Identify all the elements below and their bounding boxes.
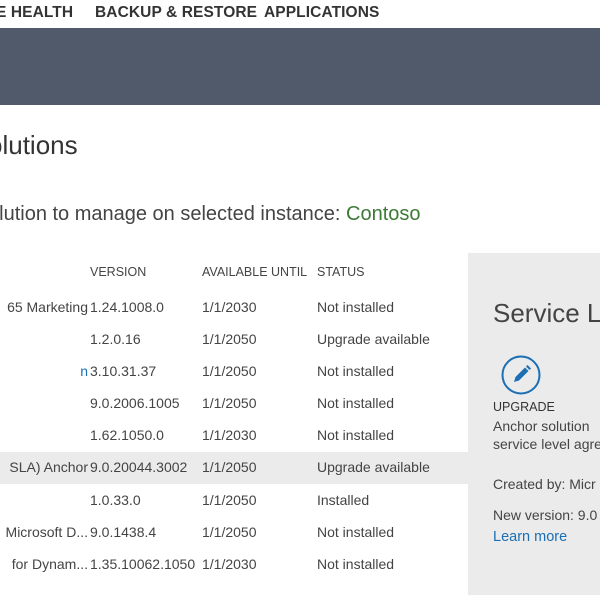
solution-name: for Dynam... [11, 556, 88, 572]
solution-name: 65 Marketing [7, 299, 88, 315]
solution-status: Not installed [317, 556, 395, 572]
instance-subheading: olution to manage on selected instance: … [0, 203, 421, 226]
learn-more-link[interactable]: Learn more [493, 529, 567, 545]
solution-available-until: 1/1/2050 [202, 395, 257, 411]
solution-available-until: 1/1/2050 [202, 459, 257, 475]
solution-description: Anchor solution service level agre [493, 417, 600, 453]
table-row[interactable]: 1.62.1050.0 1/1/2030 Not installed [0, 420, 468, 452]
table-row[interactable]: 9.0.2006.1005 1/1/2050 Not installed [0, 388, 468, 420]
solution-available-until: 1/1/2050 [202, 363, 257, 379]
solution-status: Not installed [317, 524, 395, 540]
solution-available-until: 1/1/2030 [202, 556, 257, 572]
new-version: New version: 9.0 [493, 507, 598, 523]
instance-name[interactable]: Contoso [346, 203, 421, 225]
edit-pencil-icon[interactable] [500, 354, 542, 396]
solution-status: Upgrade available [317, 459, 430, 475]
nav-item-applications[interactable]: APPLICATIONS [264, 4, 379, 22]
solution-version: 1.35.10062.1050 [90, 556, 196, 572]
solution-version: 9.0.1438.4 [90, 524, 157, 540]
solution-name[interactable]: n [0, 363, 88, 379]
table-row[interactable]: n 3.10.31.37 1/1/2050 Not installed [0, 356, 468, 388]
solution-version: 1.2.0.16 [90, 331, 141, 347]
solution-name: SLA) Anchor [9, 459, 88, 475]
solution-status: Upgrade available [317, 331, 430, 347]
created-by: Created by: Micr [493, 476, 596, 492]
top-navigation: E HEALTH BACKUP & RESTORE APPLICATIONS [0, 0, 600, 28]
solution-details-panel: Service Le UPGRADE Anchor solution servi… [468, 253, 600, 595]
banner-title: s [0, 50, 1, 81]
upgrade-button[interactable]: UPGRADE [493, 400, 555, 414]
solution-status: Installed [317, 492, 370, 508]
solution-status: Not installed [317, 395, 395, 411]
solution-version: 1.0.33.0 [90, 492, 141, 508]
solution-version: 1.24.1008.0 [90, 299, 164, 315]
page-title: olutions [0, 130, 78, 160]
solution-version: 3.10.31.37 [90, 363, 157, 379]
nav-item-backup-restore[interactable]: BACKUP & RESTORE [95, 4, 257, 22]
solution-version: 9.0.20044.3002 [90, 459, 188, 475]
column-header-version[interactable]: VERSION [90, 265, 146, 279]
table-row[interactable]: for Dynam... 1.35.10062.1050 1/1/2030 No… [0, 549, 468, 581]
description-line: Anchor solution [493, 418, 590, 434]
column-header-available-until[interactable]: AVAILABLE UNTIL [202, 265, 307, 279]
panel-title: Service Le [493, 298, 600, 328]
solution-available-until: 1/1/2050 [202, 492, 257, 508]
solution-version: 1.62.1050.0 [90, 427, 164, 443]
solution-available-until: 1/1/2030 [202, 299, 257, 315]
solution-status: Not installed [317, 427, 395, 443]
table-row[interactable]: 1.2.0.16 1/1/2050 Upgrade available [0, 324, 468, 356]
solution-version: 9.0.2006.1005 [90, 395, 180, 411]
subheading-text: olution to manage on selected instance: [0, 203, 347, 225]
nav-item-service-health[interactable]: E HEALTH [0, 4, 73, 22]
solution-status: Not installed [317, 299, 395, 315]
table-row[interactable]: 65 Marketing 1.24.1008.0 1/1/2030 Not in… [0, 292, 468, 324]
solution-name: Microsoft D... [5, 524, 88, 540]
solution-available-until: 1/1/2030 [202, 427, 257, 443]
table-row[interactable]: Microsoft D... 9.0.1438.4 1/1/2050 Not i… [0, 517, 468, 549]
solution-available-until: 1/1/2050 [202, 524, 257, 540]
description-line: service level agre [493, 436, 600, 452]
column-header-status[interactable]: STATUS [317, 265, 364, 279]
table-row-selected[interactable]: SLA) Anchor 9.0.20044.3002 1/1/2050 Upgr… [0, 452, 468, 484]
solution-status: Not installed [317, 363, 395, 379]
page-banner: s [0, 28, 600, 105]
table-row[interactable]: 1.0.33.0 1/1/2050 Installed [0, 485, 468, 517]
solution-available-until: 1/1/2050 [202, 331, 257, 347]
